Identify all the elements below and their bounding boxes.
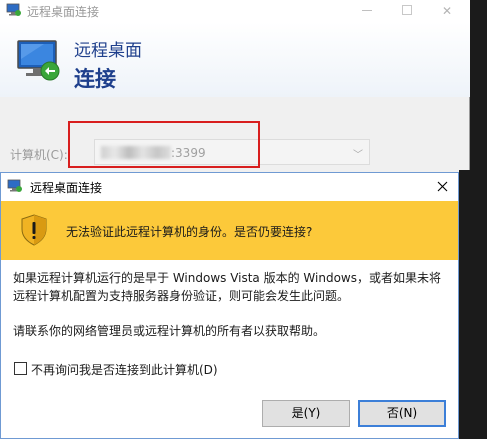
no-button[interactable]: 否(N): [358, 400, 446, 427]
computer-label: 计算机(C):: [10, 148, 68, 162]
warning-description: 如果远程计算机运行的是早于 Windows Vista 版本的 Windows，…: [13, 269, 453, 305]
minimize-button[interactable]: [352, 2, 382, 20]
window-titlebar: 远程桌面连接 ✕: [0, 0, 470, 22]
remote-desktop-icon: [17, 40, 60, 81]
description-line1: 如果远程计算机运行的是早于 Windows Vista 版本的 Windows，…: [13, 271, 441, 285]
close-button[interactable]: ✕: [432, 2, 462, 20]
window-title: 远程桌面连接: [27, 5, 100, 19]
shield-warning-icon: [21, 214, 47, 246]
close-icon: [437, 181, 447, 192]
dialog-title: 远程桌面连接: [30, 181, 103, 195]
banner-title-line1: 远程桌面: [74, 41, 142, 61]
header-banner: 远程桌面 连接: [0, 22, 470, 97]
chevron-down-icon[interactable]: ﹀: [353, 146, 363, 161]
warning-heading: 无法验证此远程计算机的身份。是否仍要连接?: [66, 225, 313, 239]
maximize-button[interactable]: [392, 2, 422, 20]
dont-ask-again-checkbox[interactable]: [14, 362, 27, 375]
dont-ask-again-label[interactable]: 不再询问我是否连接到此计算机(D): [31, 361, 218, 378]
warning-band: 无法验证此远程计算机的身份。是否仍要连接?: [1, 201, 458, 260]
highlight-annotation: [68, 121, 260, 168]
dialog-close-button[interactable]: [428, 176, 456, 198]
security-warning-dialog: 远程桌面连接 无法验证此远程计算机的身份。是否仍要连接? 如果远程计算机运行的是…: [0, 172, 459, 439]
remote-desktop-icon: [6, 3, 21, 16]
close-icon: ✕: [441, 4, 453, 18]
help-text: 请联系你的网络管理员或远程计算机的所有者以获取帮助。: [13, 324, 326, 338]
banner-title-line2: 连接: [74, 67, 116, 91]
remote-desktop-icon: [7, 179, 22, 192]
description-line2: 远程计算机配置为支持服务器身份验证，则可能会发生此问题。: [13, 289, 350, 303]
desktop-background: [459, 170, 487, 439]
dialog-titlebar: 远程桌面连接: [1, 173, 458, 200]
minimize-icon: [362, 10, 372, 11]
screen: 远程桌面连接 ✕ 远程桌面 连接 计算机(C): :3399 ﹀ 远程桌面连接 …: [0, 0, 487, 439]
yes-button[interactable]: 是(Y): [262, 400, 350, 427]
maximize-icon: [402, 5, 412, 15]
